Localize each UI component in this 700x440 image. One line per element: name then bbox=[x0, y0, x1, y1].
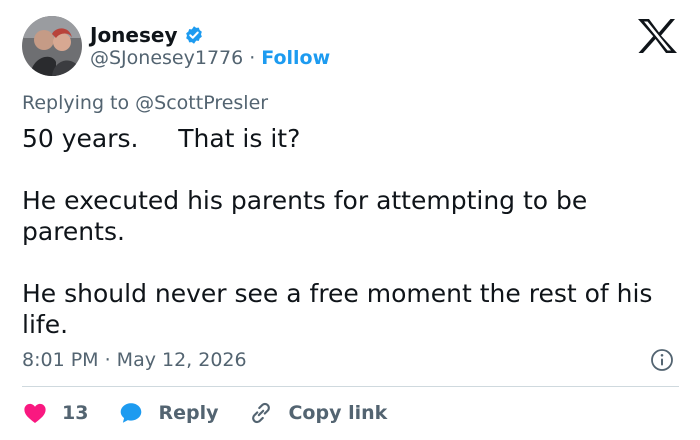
author-handle[interactable]: @SJonesey1776 bbox=[90, 47, 243, 69]
replying-mention[interactable]: @ScottPresler bbox=[135, 92, 268, 114]
tweet-paragraph-3: He should never see a free moment the re… bbox=[22, 279, 653, 339]
author-name-row: Jonesey bbox=[90, 22, 204, 48]
author-handle-row: @SJonesey1776 · Follow bbox=[90, 47, 330, 69]
tweet-line-1: 50 years. That is it? bbox=[22, 124, 301, 153]
tweet-timestamp[interactable]: 8:01 PM · May 12, 2026 bbox=[22, 349, 247, 371]
copy-link-button[interactable]: Copy link bbox=[248, 400, 387, 426]
copy-link-label: Copy link bbox=[288, 402, 388, 424]
tweet-paragraph-2: He executed his parents for attempting t… bbox=[22, 186, 588, 246]
avatar[interactable] bbox=[22, 16, 82, 76]
replying-prefix: Replying to bbox=[22, 92, 130, 114]
reply-bubble-icon bbox=[118, 400, 144, 426]
author-name[interactable]: Jonesey bbox=[90, 23, 178, 47]
x-logo-icon[interactable] bbox=[636, 18, 678, 54]
follow-button[interactable]: Follow bbox=[261, 47, 330, 69]
tweet-text: 50 years. That is it? He executed his pa… bbox=[22, 123, 682, 340]
reply-label: Reply bbox=[158, 402, 219, 424]
verified-badge-icon bbox=[184, 25, 204, 45]
avatar-photo bbox=[22, 16, 82, 76]
replying-to: Replying to @ScottPresler bbox=[22, 92, 268, 114]
reply-button[interactable]: Reply bbox=[118, 400, 218, 426]
link-icon bbox=[248, 400, 274, 426]
likes-count: 13 bbox=[62, 402, 89, 424]
action-bar: 13 Reply Copy link bbox=[22, 398, 417, 428]
divider bbox=[22, 386, 679, 387]
info-icon[interactable] bbox=[650, 348, 674, 372]
like-button[interactable]: 13 bbox=[22, 400, 88, 426]
separator-dot: · bbox=[249, 47, 256, 69]
heart-icon bbox=[22, 400, 48, 426]
